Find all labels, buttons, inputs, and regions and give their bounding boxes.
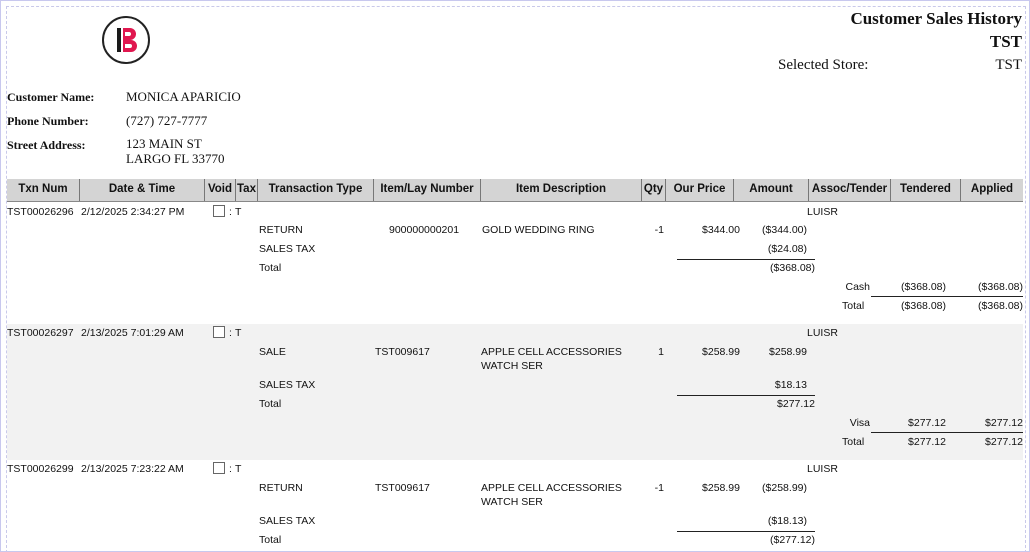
sales-tax-label: SALES TAX: [259, 243, 316, 255]
assoc: LUISR: [807, 463, 838, 475]
amount: $258.99: [769, 346, 807, 358]
tender-method: Cash: [845, 281, 870, 293]
street-address-label: Street Address:: [7, 138, 86, 152]
assoc: LUISR: [807, 327, 838, 339]
item-description-line2: WATCH SER: [481, 496, 543, 508]
void-checkbox[interactable]: [213, 462, 225, 474]
total-rule: [677, 395, 815, 396]
column-header-assoc-tender: Assoc/Tender: [808, 179, 890, 201]
txn-num: TST00026296: [7, 206, 74, 218]
total-rule: [677, 259, 815, 260]
sales-tax-amount: $18.13: [774, 379, 807, 391]
column-header-tax: Tax: [235, 179, 257, 201]
transaction-type: RETURN: [259, 482, 303, 494]
item-number: TST009617: [375, 482, 430, 494]
customer-name-label: Customer Name:: [7, 90, 95, 104]
column-header-void: Void: [204, 179, 235, 201]
column-header-transaction-type: Transaction Type: [257, 179, 373, 201]
total-label: Total: [259, 262, 282, 274]
sales-tax-label: SALES TAX: [259, 515, 316, 527]
qty: 1: [658, 346, 664, 358]
applied-amount: $277.12: [985, 417, 1023, 429]
tendered-amount: $277.12: [908, 417, 946, 429]
void-checkbox[interactable]: [213, 326, 225, 338]
qty: -1: [654, 482, 664, 494]
total-amount: $277.12: [777, 398, 815, 410]
tender-total-label: Total: [842, 436, 865, 448]
applied-amount: ($368.08): [978, 281, 1023, 293]
transaction-type: RETURN: [259, 224, 303, 236]
item-description: GOLD WEDDING RING: [482, 224, 595, 236]
tax-flag: T: [235, 463, 242, 475]
column-header-our-price: Our Price: [665, 179, 733, 201]
total-rule: [677, 531, 815, 532]
item-description: APPLE CELL ACCESSORIES: [481, 346, 622, 358]
assoc: LUISR: [807, 206, 838, 218]
table-header: Txn Num Date & Time Void Tax Transaction Typ…: [7, 179, 1023, 202]
item-description-line2: WATCH SER: [481, 360, 543, 372]
transaction-group: TST00026299 2/13/2025 7:23:22 AM: T LUISR RE…: [7, 460, 1023, 551]
total-amount: ($368.08): [770, 262, 815, 274]
b-logo-icon: [102, 16, 150, 64]
tender-total-label: Total: [842, 300, 865, 312]
column-header-item-description: Item Description: [480, 179, 641, 201]
tax-flag: T: [235, 206, 242, 218]
column-header-txn-num: Txn Num: [18, 183, 68, 195]
sales-tax-amount: ($24.08): [767, 243, 807, 255]
column-header-qty: Qty: [641, 179, 665, 201]
report-page: Customer Sales History TST Selected Stor…: [0, 0, 1030, 552]
txn-num: TST00026297: [7, 327, 74, 339]
amount: ($258.99): [762, 482, 807, 494]
transaction-group: TST00026297 2/13/2025 7:01:29 AM: T LUISR SA…: [7, 324, 1023, 460]
column-header-tendered: Tendered: [890, 179, 960, 201]
item-description: APPLE CELL ACCESSORIES: [481, 482, 622, 494]
tax-flag: T: [235, 327, 242, 339]
column-header-item-lay-number: Item/Lay Number: [373, 179, 480, 201]
total-rule: [871, 296, 1023, 297]
tender-method: Visa: [849, 417, 870, 429]
column-header-amount: Amount: [733, 179, 808, 201]
transaction-group: TST00026296 2/12/2025 2:34:27 PM: T LUISR RE…: [7, 203, 1023, 324]
item-number: TST009617: [375, 346, 430, 358]
total-label: Total: [259, 398, 282, 410]
void-checkbox[interactable]: [213, 205, 225, 217]
item-number: 900000000201: [389, 224, 460, 236]
customer-name-value: MONICA APARICIO: [126, 89, 241, 104]
report-subtitle: TST: [989, 32, 1022, 51]
total-label: Total: [259, 534, 282, 546]
street-address-line2: LARGO FL 33770: [126, 151, 225, 166]
tender-total-tendered: $277.12: [908, 436, 946, 448]
txn-datetime: 2/13/2025 7:23:22 AM: [81, 463, 184, 475]
report-title: Customer Sales History: [850, 9, 1022, 28]
transaction-type: SALE: [259, 346, 286, 358]
tender-total-applied: $277.12: [985, 436, 1023, 448]
phone-number-value: (727) 727-7777: [126, 113, 208, 128]
sales-tax-amount: ($18.13): [767, 515, 807, 527]
qty: -1: [654, 224, 664, 236]
txn-num: TST00026299: [7, 463, 74, 475]
txn-datetime: 2/13/2025 7:01:29 AM: [81, 327, 184, 339]
selected-store-label: Selected Store:: [778, 57, 869, 73]
amount: ($344.00): [762, 224, 807, 236]
void-separator: :: [229, 206, 232, 218]
sales-tax-label: SALES TAX: [259, 379, 316, 391]
txn-datetime: 2/12/2025 2:34:27 PM: [81, 206, 185, 218]
void-separator: :: [229, 463, 232, 475]
selected-store-value: TST: [995, 57, 1022, 73]
tender-total-applied: ($368.08): [978, 300, 1023, 312]
column-header-applied: Applied: [960, 179, 1023, 201]
total-rule: [871, 432, 1023, 433]
tendered-amount: ($368.08): [901, 281, 946, 293]
void-separator: :: [229, 327, 232, 339]
column-header-date-time: Date & Time: [79, 179, 204, 201]
street-address-line1: 123 MAIN ST: [126, 136, 202, 151]
tender-total-tendered: ($368.08): [901, 300, 946, 312]
phone-number-label: Phone Number:: [7, 114, 89, 128]
total-amount: ($277.12): [770, 534, 815, 546]
